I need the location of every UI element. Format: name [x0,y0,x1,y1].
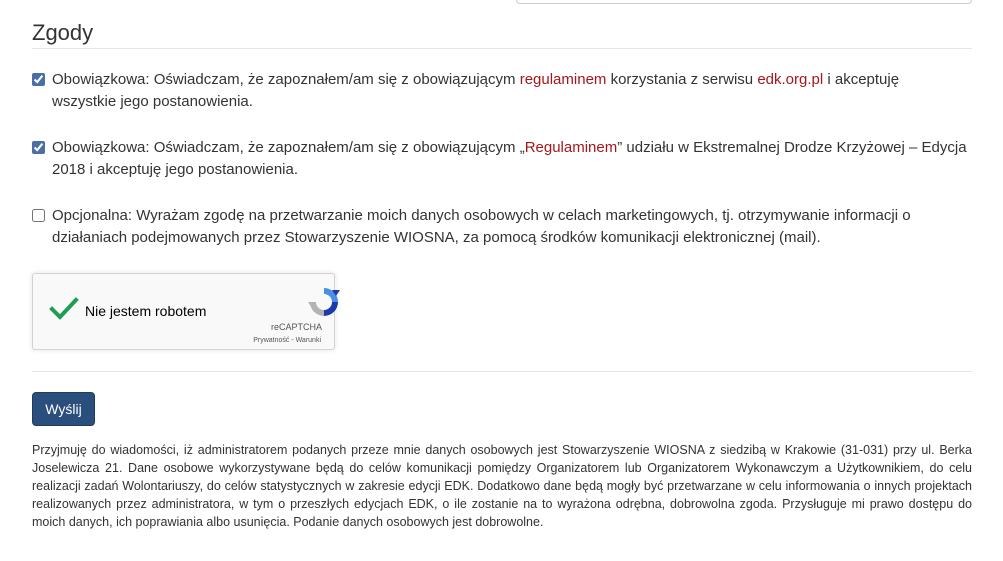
consent-terms-service: Obowiązkowa: Oświadczam, że zapoznałem/a… [32,69,967,113]
submit-button[interactable]: Wyślij [32,392,95,426]
consent-terms-service-label[interactable]: Obowiązkowa: Oświadczam, że zapoznałem/a… [52,69,967,113]
recaptcha-brand: reCAPTCHA [270,322,322,332]
recaptcha-checkbox[interactable] [49,296,79,322]
consent-text: korzystania z serwisu [606,71,758,88]
section-divider [32,48,972,49]
consent-marketing: Opcjonalna: Wyrażam zgodę na przetwarzan… [32,205,967,249]
consent-marketing-checkbox[interactable] [32,209,45,222]
previous-field-input[interactable] [516,0,972,4]
regulations-link[interactable]: regulaminem [520,71,607,88]
consent-event-regulations-checkbox[interactable] [32,141,45,154]
section-title: Zgody [32,20,94,45]
recaptcha-widget: Nie jestem robotem reCAPTCHA Prywatność … [32,273,340,350]
recaptcha-label: Nie jestem robotem [85,303,207,319]
consent-marketing-label[interactable]: Opcjonalna: Wyrażam zgodę na przetwarzan… [52,205,967,249]
consent-terms-service-checkbox[interactable] [32,73,45,86]
privacy-notice: Przyjmuję do wiadomości, iż administrato… [32,443,972,529]
recaptcha-logo-icon [308,288,340,316]
consent-event-regulations-label[interactable]: Obowiązkowa: Oświadczam, że zapoznałem/a… [52,137,967,181]
consent-event-regulations: Obowiązkowa: Oświadczam, że zapoznałem/a… [32,137,967,181]
event-regulations-link[interactable]: Regulaminem [525,139,618,156]
consent-text: Obowiązkowa: Oświadczam, że zapoznałem/a… [52,71,520,88]
edk-site-link[interactable]: edk.org.pl [757,71,823,88]
recaptcha-privacy-terms-link[interactable]: Prywatność - Warunki [253,337,321,344]
form-divider [32,371,972,372]
checkmark-icon [49,297,79,320]
consent-text: Obowiązkowa: Oświadczam, że zapoznałem/a… [52,139,525,156]
